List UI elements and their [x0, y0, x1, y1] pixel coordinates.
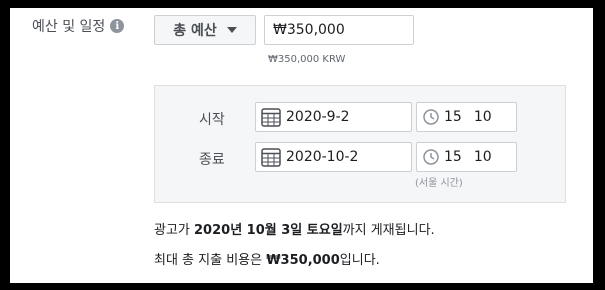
calendar-icon: [261, 148, 281, 167]
max-spend-summary: 최대 총 지출 비용은 ₩350,000입니다.: [154, 249, 380, 268]
start-date-input[interactable]: 2020-9-2: [255, 102, 412, 132]
end-date-value: 2020-10-2: [286, 149, 359, 165]
budget-currency-note: ₩350,000 KRW: [268, 54, 346, 65]
end-date-input[interactable]: 2020-10-2: [255, 142, 412, 172]
budget-schedule-panel: 예산 및 일정 i 총 예산 ₩350,000 ₩350,000 KRW 시작 …: [10, 8, 593, 283]
clock-icon: [423, 149, 439, 165]
start-minute[interactable]: 10: [474, 109, 492, 125]
budget-amount-input[interactable]: ₩350,000: [264, 15, 414, 45]
budget-type-dropdown[interactable]: 총 예산: [154, 15, 256, 45]
summary-text: 광고가: [154, 223, 195, 238]
budget-type-label: 총 예산: [173, 23, 217, 39]
end-hour[interactable]: 15: [444, 149, 462, 165]
start-time-input[interactable]: 15 10: [416, 102, 517, 132]
clock-icon: [423, 109, 439, 125]
summary-end-date: 2020년 10월 3일 토요일: [194, 223, 343, 238]
summary-max-amount: ₩350,000: [266, 253, 340, 268]
start-date-value: 2020-9-2: [286, 109, 350, 125]
start-label: 시작: [199, 112, 225, 128]
summary-text: 까지 게재됩니다.: [342, 223, 435, 238]
caret-down-icon: [226, 27, 237, 33]
start-hour[interactable]: 15: [444, 109, 462, 125]
section-title: 예산 및 일정: [32, 19, 106, 35]
timezone-note: (서울 시간): [415, 178, 463, 189]
end-time-input[interactable]: 15 10: [416, 142, 517, 172]
schedule-box: 시작 2020-9-2 15 10 종료 2020-10-2 15 10 (서울…: [154, 85, 566, 203]
end-date-summary: 광고가 2020년 10월 3일 토요일까지 게재됩니다.: [154, 219, 435, 238]
info-icon[interactable]: i: [110, 19, 125, 33]
calendar-icon: [261, 108, 281, 127]
end-minute[interactable]: 10: [474, 149, 492, 165]
summary-text: 최대 총 지출 비용은: [154, 253, 267, 268]
summary-text: 입니다.: [339, 253, 380, 268]
section-label: 예산 및 일정 i: [32, 16, 125, 36]
end-label: 종료: [199, 152, 225, 168]
